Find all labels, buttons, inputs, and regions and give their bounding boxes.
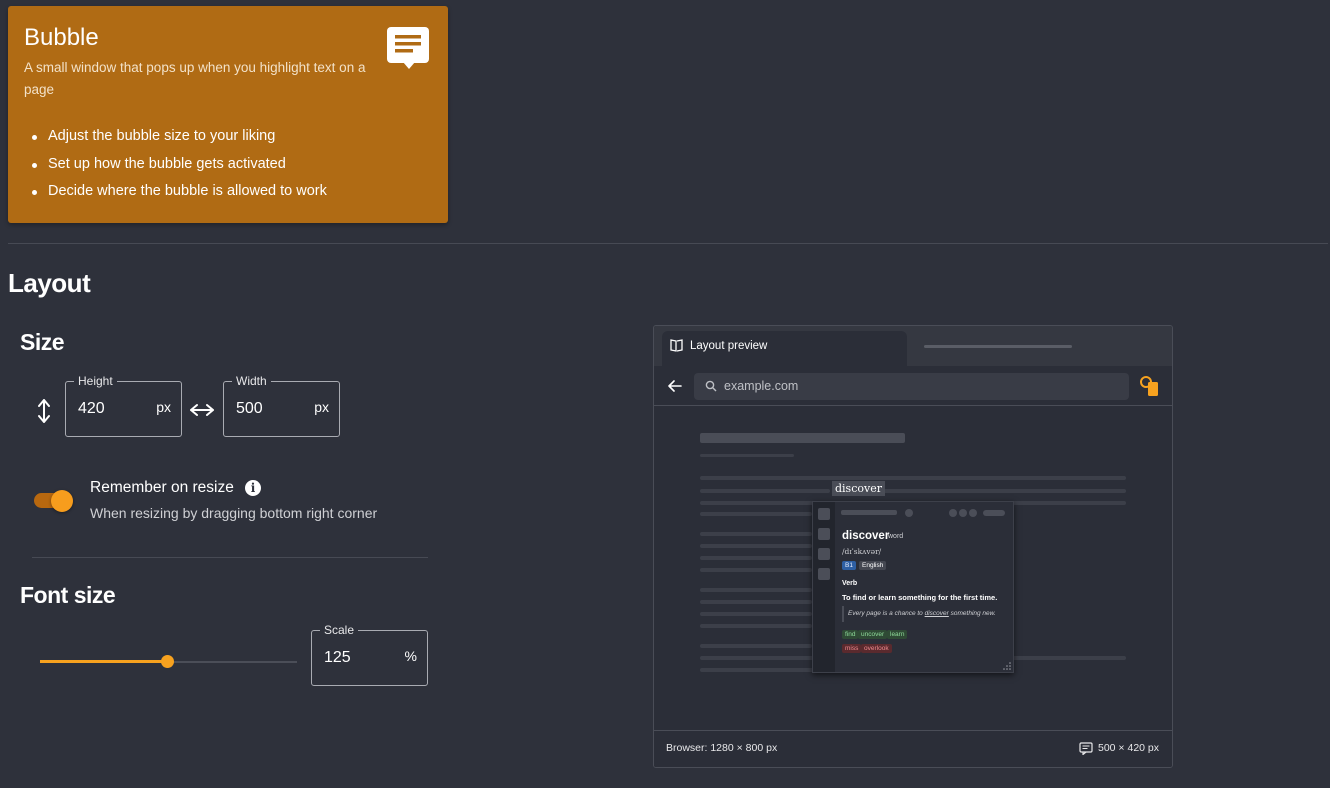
- height-label: Height: [74, 374, 117, 388]
- chat-bubble-icon: [1079, 742, 1093, 755]
- book-icon: [670, 339, 683, 352]
- bubble-example: Every page is a chance to discover somet…: [842, 606, 1007, 622]
- width-label: Width: [232, 374, 271, 388]
- height-field[interactable]: Height 420 px: [65, 374, 182, 437]
- scale-unit: %: [404, 648, 417, 664]
- synonym-tag: uncover: [858, 630, 888, 639]
- feature-item: Decide where the bubble is allowed to wo…: [24, 178, 327, 206]
- bubble-sidebar: [813, 502, 835, 672]
- size-heading: Size: [20, 329, 65, 355]
- synonym-tag: learn: [887, 630, 908, 639]
- layout-heading: Layout: [8, 268, 91, 298]
- resize-grip-icon: [1003, 662, 1011, 670]
- synonym-tag: find: [842, 630, 859, 639]
- preview-bubble: discover word /dɪˈskʌvər/ B1 English Ver…: [812, 501, 1014, 673]
- feature-list: Adjust the bubble size to your liking Se…: [24, 123, 327, 206]
- section-divider: [8, 243, 1328, 244]
- vertical-resize-icon: [38, 399, 50, 423]
- height-unit: px: [156, 399, 171, 415]
- bubble-definition: To find or learn something for the first…: [842, 593, 998, 602]
- remember-toggle-label: Remember on resize: [90, 479, 234, 496]
- preview-inactive-tab: [924, 345, 1072, 348]
- preview-url-text: example.com: [724, 379, 799, 393]
- width-field[interactable]: Width 500 px: [223, 374, 340, 437]
- back-arrow-icon: [668, 380, 682, 392]
- feature-item: Adjust the bubble size to your liking: [24, 123, 327, 151]
- browser-size-label: Browser: 1280 × 800 px: [666, 742, 778, 754]
- subsection-divider: [32, 557, 428, 558]
- font-size-slider-thumb[interactable]: [161, 655, 174, 668]
- bubble-part-of-speech: Verb: [842, 580, 858, 587]
- scale-field[interactable]: Scale 125 %: [311, 623, 428, 686]
- antonym-tag: miss: [842, 644, 862, 653]
- preview-highlighted-word: discover: [832, 481, 885, 496]
- scale-label: Scale: [320, 623, 359, 637]
- level-badge: B1: [842, 561, 856, 570]
- remember-toggle-description: When resizing by dragging bottom right c…: [90, 505, 378, 521]
- chat-bubble-icon: [387, 27, 429, 69]
- info-icon[interactable]: i: [245, 480, 261, 496]
- feature-description: A small window that pops up when you hig…: [24, 60, 366, 97]
- width-unit: px: [314, 399, 329, 415]
- extension-icon: [1140, 376, 1158, 396]
- antonym-tag: overlook: [861, 644, 892, 653]
- scale-value: 125: [324, 649, 351, 666]
- height-value: 420: [78, 400, 105, 417]
- bubble-size-label: 500 × 420 px: [1098, 742, 1160, 754]
- font-size-slider-fill: [40, 660, 168, 663]
- horizontal-resize-icon: [190, 404, 214, 416]
- bubble-word-type: word: [888, 533, 904, 540]
- bubble-pronunciation: /dɪˈskʌvər/: [842, 547, 882, 556]
- layout-preview: Layout preview example.com discover disc…: [653, 325, 1173, 768]
- remember-toggle-knob[interactable]: [51, 490, 73, 512]
- font-size-heading: Font size: [20, 582, 116, 608]
- bubble-feature-card: Bubble A small window that pops up when …: [8, 6, 448, 223]
- search-icon: [705, 380, 717, 392]
- preview-tab-label: Layout preview: [690, 340, 768, 352]
- feature-item: Set up how the bubble gets activated: [24, 151, 327, 179]
- bubble-header: [835, 502, 1013, 524]
- language-badge: English: [859, 561, 887, 570]
- feature-title: Bubble: [24, 24, 99, 51]
- bubble-word: discover: [842, 530, 890, 542]
- width-value: 500: [236, 400, 263, 417]
